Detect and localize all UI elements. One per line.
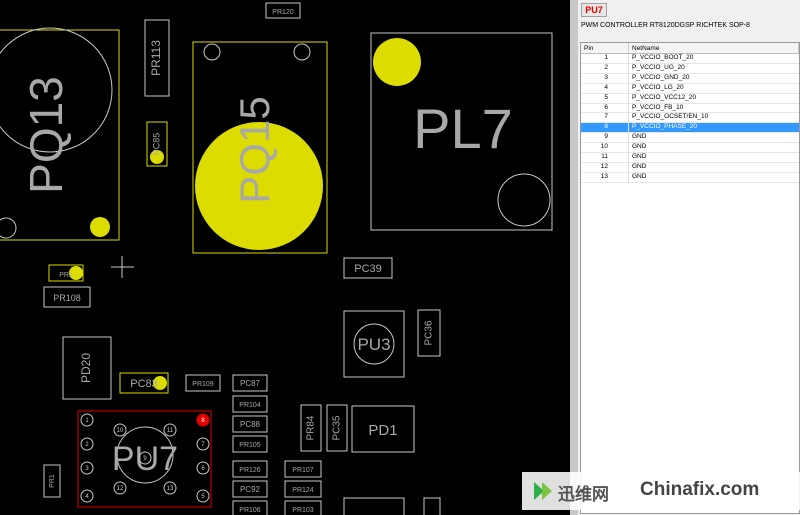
pin-cell: 10 <box>581 142 629 154</box>
pin-cell: 7 <box>581 112 629 124</box>
watermark-cn: 迅维网 <box>558 485 609 504</box>
table-header: Pin NetName <box>581 43 799 54</box>
pu7-pin-label: 5 <box>201 494 205 500</box>
pr104-label: PR104 <box>239 402 261 409</box>
table-row[interactable]: 10 GND <box>581 142 799 154</box>
chinafix-logo-icon <box>534 482 552 500</box>
pu7-pin-label: 4 <box>85 494 89 500</box>
pc35-label: PC35 <box>332 415 343 440</box>
pc88-label: PC88 <box>240 420 261 429</box>
pin-cell: 11 <box>581 152 629 163</box>
pin-cell: 9 <box>581 132 629 144</box>
pin-cell: 8 <box>581 122 629 134</box>
netname-cell: P_VCCIO_LG_20 <box>628 83 799 94</box>
pl7-label: PL7 <box>413 97 513 160</box>
table-row[interactable]: 8 P_VCCIO_PHASE_20 <box>581 122 799 134</box>
table-row[interactable]: 12 GND <box>581 162 799 173</box>
pc85-label: PC85 <box>151 133 161 156</box>
pr84-label: PR84 <box>306 415 317 440</box>
table-row[interactable]: 9 GND <box>581 132 799 144</box>
table-row[interactable]: 7 P_VCCIO_OCSET/EN_10 <box>581 112 799 124</box>
pcb-board-view[interactable]: PR120 PQ13 PR113 PC85 PQ15 PL7 PR1 PR108… <box>0 0 570 515</box>
netname-cell: GND <box>628 152 799 163</box>
table-row[interactable]: 3 P_VCCIO_GND_20 <box>581 73 799 84</box>
pu7-pin-label: 11 <box>167 428 174 434</box>
watermark-en: Chinafix.com <box>640 479 760 500</box>
pin-cell: 6 <box>581 103 629 114</box>
table-row[interactable]: 13 GND <box>581 172 799 183</box>
pr107-label: PR107 <box>292 467 314 474</box>
column-header-netname[interactable]: NetName <box>628 43 799 54</box>
pc87-label: PC87 <box>240 379 261 388</box>
netname-cell: P_VCCIO_PHASE_20 <box>628 122 799 134</box>
pc39-label: PC39 <box>354 263 382 275</box>
pc83-label: PC83 <box>130 378 158 390</box>
table-row[interactable]: 5 P_VCCIO_VCC12_20 <box>581 93 799 104</box>
netname-cell: GND <box>628 172 799 183</box>
pr124-label: PR124 <box>292 487 314 494</box>
pin-cell: 3 <box>581 73 629 84</box>
netname-cell: P_VCCIO_GND_20 <box>628 73 799 84</box>
pin-cell: 1 <box>581 53 629 64</box>
pu7-pin-label: 10 <box>117 428 124 434</box>
netname-cell: GND <box>628 162 799 173</box>
pu7-pin-label: 7 <box>201 442 205 448</box>
component-info-panel: PU7 PWM CONTROLLER RT8120DGSP RICHTEK SO… <box>578 0 800 515</box>
pc92-label: PC92 <box>240 485 261 494</box>
pin-cell: 13 <box>581 172 629 183</box>
component-description: PWM CONTROLLER RT8120DGSP RICHTEK SOP-8 <box>581 22 750 29</box>
netname-cell: GND <box>628 132 799 144</box>
pr109-label: PR109 <box>192 381 214 388</box>
cursor-crosshair <box>111 256 134 278</box>
netname-cell: GND <box>628 142 799 154</box>
netname-cell: P_VCCIO_OCSET/EN_10 <box>628 112 799 124</box>
pcb-canvas[interactable]: PR120 PQ13 PR113 PC85 PQ15 PL7 PR1 PR108… <box>0 0 570 515</box>
pin-cell: 12 <box>581 162 629 173</box>
pu7-pin-label: 1 <box>85 418 89 424</box>
table-row[interactable]: 4 P_VCCIO_LG_20 <box>581 83 799 94</box>
pr1-bottom-label: PR1 <box>49 474 56 488</box>
pc36-label: PC36 <box>424 320 435 345</box>
pr120-label: PR120 <box>272 9 294 16</box>
pd1-label: PD1 <box>368 422 397 439</box>
pr105-label: PR105 <box>239 442 261 449</box>
pq13-label: PQ13 <box>20 76 72 194</box>
netname-cell: P_VCCIO_FB_10 <box>628 103 799 114</box>
pu7-pin-label: 13 <box>167 486 174 492</box>
column-header-pin[interactable]: Pin <box>581 43 629 54</box>
pu7-pin-label: 3 <box>85 466 89 472</box>
pin-net-table: Pin NetName 1 P_VCCIO_BOOT_20 2 P_VCCIO_UG_… <box>580 42 800 514</box>
netname-cell: P_VCCIO_BOOT_20 <box>628 53 799 64</box>
table-row[interactable]: 11 GND <box>581 152 799 163</box>
pr103-label: PR103 <box>292 507 314 514</box>
pd20-label: PD20 <box>79 353 93 383</box>
table-row[interactable]: 1 P_VCCIO_BOOT_20 <box>581 53 799 64</box>
pr126-label: PR126 <box>239 467 261 474</box>
panel-splitter[interactable] <box>570 0 578 515</box>
pu7-pin-label: 6 <box>201 466 205 472</box>
watermark: 迅维网 Chinafix.com <box>522 472 800 510</box>
pr106-label: PR106 <box>239 507 261 514</box>
pin-cell: 4 <box>581 83 629 94</box>
pu3-label: PU3 <box>357 335 390 354</box>
pu7-pin-label: 2 <box>85 442 89 448</box>
pr113-label: PR113 <box>149 40 163 76</box>
pin-cell: 2 <box>581 63 629 74</box>
table-row[interactable]: 2 P_VCCIO_UG_20 <box>581 63 799 74</box>
netname-cell: P_VCCIO_UG_20 <box>628 63 799 74</box>
table-row[interactable]: 6 P_VCCIO_FB_10 <box>581 103 799 114</box>
netname-cell: P_VCCIO_VCC12_20 <box>628 93 799 104</box>
pr108-label: PR108 <box>53 293 81 303</box>
pu7-pin-label: 12 <box>117 486 124 492</box>
pr1-label: PR1 <box>59 272 73 279</box>
pin-cell: 5 <box>581 93 629 104</box>
component-button[interactable]: PU7 <box>581 3 607 17</box>
pq15-label: PQ15 <box>231 96 278 203</box>
